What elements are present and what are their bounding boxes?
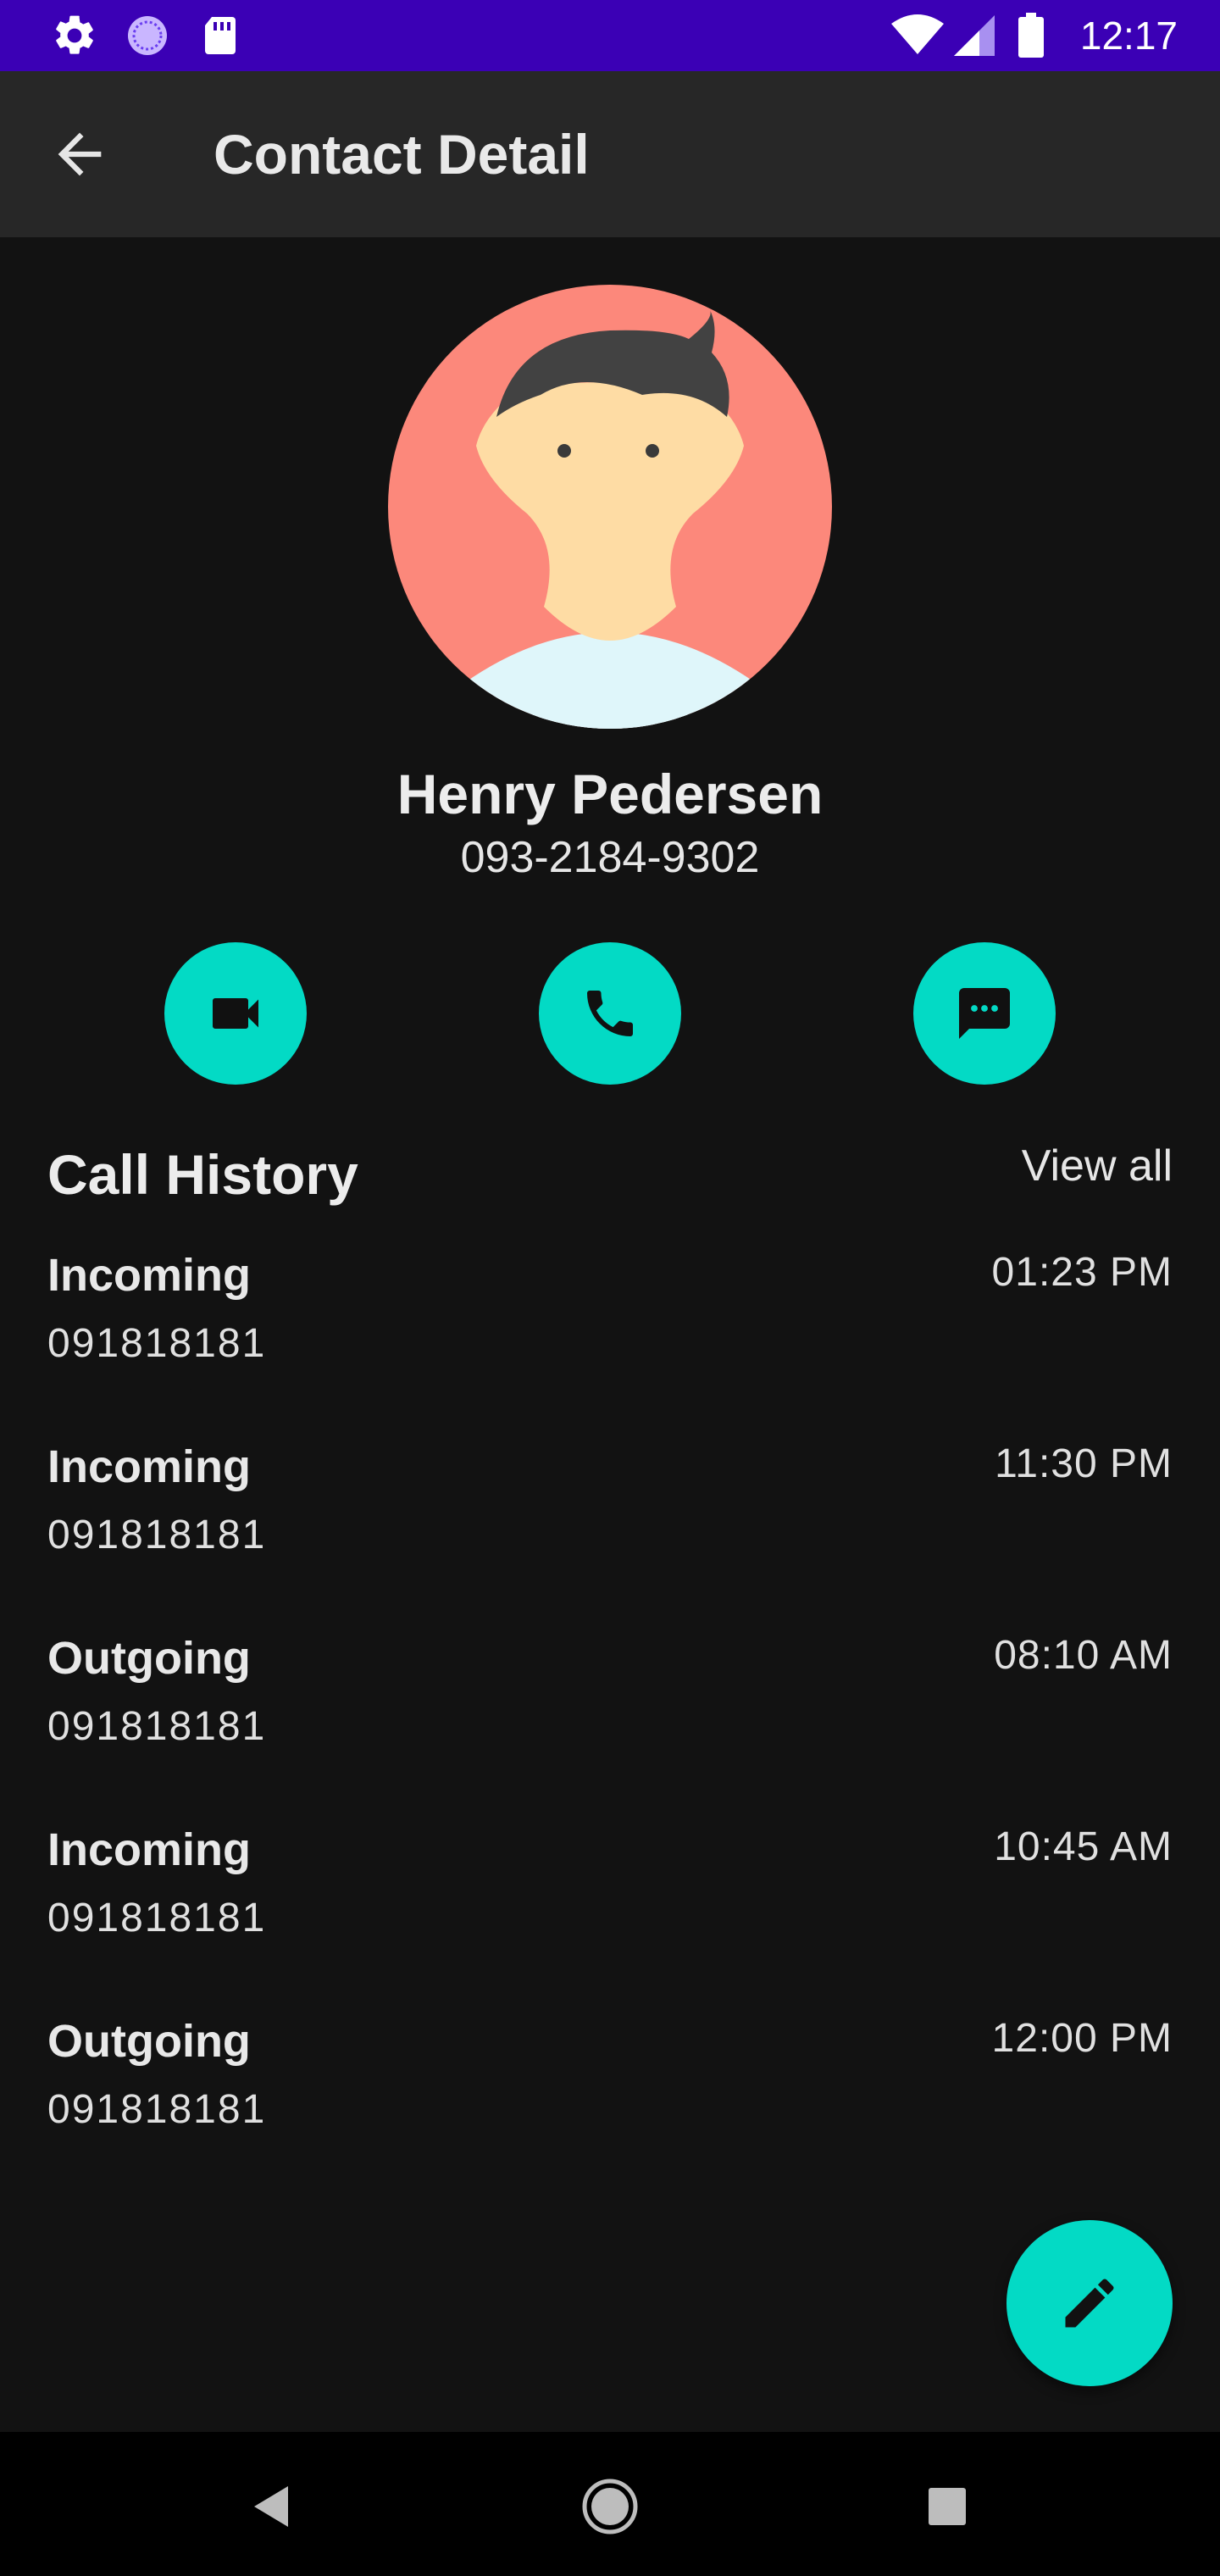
call-history-item[interactable]: Incoming 091818181 10:45 AM <box>47 1820 1173 2012</box>
status-time: 12:17 <box>1079 14 1178 58</box>
recents-square-icon[interactable] <box>915 2474 979 2539</box>
call-time: 01:23 PM <box>991 1250 1173 1295</box>
battery-icon <box>1018 13 1044 58</box>
call-history-item[interactable]: Outgoing 091818181 12:00 PM <box>47 2012 1173 2203</box>
home-circle-icon[interactable] <box>578 2474 642 2539</box>
back-triangle-icon[interactable] <box>241 2474 305 2539</box>
gear-icon <box>56 15 93 54</box>
call-number: 091818181 <box>47 1704 267 1749</box>
call-history-title: Call History <box>47 1143 358 1206</box>
phone-icon <box>587 991 633 1036</box>
app-bar: Contact Detail <box>0 71 1220 237</box>
call-time: 10:45 AM <box>994 1824 1173 1869</box>
call-type: Incoming <box>47 1250 251 1301</box>
sync-icon <box>128 16 167 55</box>
status-bar: 12:17 <box>0 0 1220 71</box>
call-type: Incoming <box>47 1441 251 1492</box>
call-type: Outgoing <box>47 1633 251 1684</box>
call-time: 08:10 AM <box>994 1633 1173 1678</box>
view-all-link[interactable]: View all <box>1022 1135 1173 1196</box>
call-button[interactable] <box>539 942 681 1085</box>
arrow-back-icon[interactable] <box>47 122 112 186</box>
wifi-icon <box>891 14 944 54</box>
avatar <box>388 285 832 729</box>
signal-icon <box>954 15 995 56</box>
call-time: 11:30 PM <box>995 1441 1173 1486</box>
call-number: 091818181 <box>47 1513 267 1557</box>
call-type: Outgoing <box>47 2016 251 2067</box>
contact-phone: 093-2184-9302 <box>460 833 760 882</box>
system-nav-bar <box>0 2432 1220 2576</box>
call-history-item[interactable]: Incoming 091818181 01:23 PM <box>47 1246 1173 1437</box>
video-call-button[interactable] <box>164 942 307 1085</box>
video-call-icon <box>213 998 258 1029</box>
edit-contact-fab[interactable] <box>1006 2220 1173 2386</box>
call-history-item[interactable]: Outgoing 091818181 08:10 AM <box>47 1629 1173 1820</box>
message-button[interactable] <box>913 942 1056 1085</box>
call-number: 091818181 <box>47 1896 267 1940</box>
call-time: 12:00 PM <box>991 2016 1173 2061</box>
call-history-list: Incoming 091818181 01:23 PM Incoming 091… <box>47 1246 1173 2203</box>
edit-icon <box>1065 2279 1114 2328</box>
sd-card-icon <box>205 17 236 54</box>
call-type: Incoming <box>47 1824 251 1875</box>
call-history-item[interactable]: Incoming 091818181 11:30 PM <box>47 1437 1173 1629</box>
call-number: 091818181 <box>47 1321 267 1366</box>
page-title: Contact Detail <box>214 123 590 186</box>
contact-name: Henry Pedersen <box>396 763 824 825</box>
call-number: 091818181 <box>47 2087 267 2132</box>
message-icon <box>959 988 1010 1039</box>
